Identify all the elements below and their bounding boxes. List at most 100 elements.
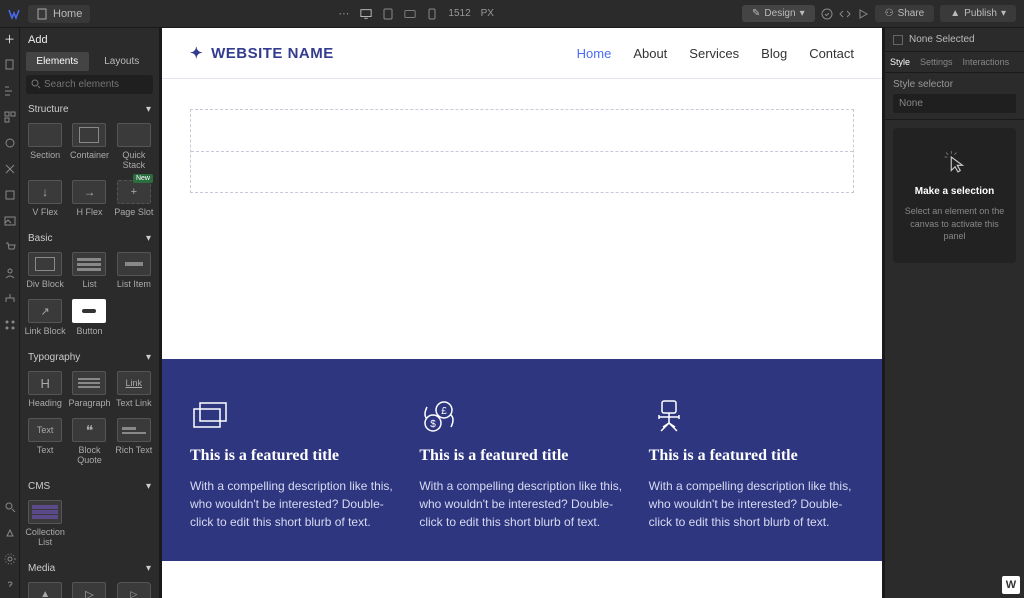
selection-label: None Selected (909, 34, 975, 45)
section-header-cms[interactable]: CMS ▾ (20, 475, 159, 496)
rocket-icon: ▲ (950, 8, 960, 19)
feature-column[interactable]: This is a featured title With a compelli… (649, 399, 854, 531)
nav-contact[interactable]: Contact (809, 46, 854, 61)
feature-desc[interactable]: With a compelling description like this,… (419, 477, 624, 531)
mobile-device-icon[interactable] (426, 8, 438, 20)
feature-column[interactable]: This is a featured title With a compelli… (190, 399, 395, 531)
canvas-area[interactable]: ✦ WEBSITE NAME Home About Services Blog … (160, 28, 884, 598)
element-button[interactable]: Button (68, 295, 110, 340)
element-div-block[interactable]: Div Block (24, 248, 66, 293)
element-text-link[interactable]: Text Link (113, 367, 155, 412)
feature-title[interactable]: This is a featured title (649, 447, 854, 465)
add-icon[interactable]: ＋ (3, 32, 17, 46)
element-hflex[interactable]: H Flex (68, 176, 110, 221)
empty-grid-placeholder[interactable] (190, 109, 854, 193)
components-icon[interactable] (3, 110, 17, 124)
element-container[interactable]: Container (68, 119, 110, 174)
element-block-quote[interactable]: Block Quote (68, 414, 110, 469)
element-heading[interactable]: Heading (24, 367, 66, 412)
chevron-down-icon: ▾ (146, 233, 151, 244)
style-panel: None Selected Style Settings Interaction… (884, 28, 1024, 598)
site-header[interactable]: ✦ WEBSITE NAME Home About Services Blog … (162, 28, 882, 79)
chevron-down-icon: ▾ (146, 563, 151, 574)
element-text[interactable]: Text (24, 414, 66, 469)
feature-desc[interactable]: With a compelling description like this,… (190, 477, 395, 531)
logic-icon[interactable] (3, 292, 17, 306)
feature-desc[interactable]: With a compelling description like this,… (649, 477, 854, 531)
ecommerce-icon[interactable] (3, 240, 17, 254)
tablet-device-icon[interactable] (382, 8, 394, 20)
page-icon (36, 8, 48, 20)
styles-icon[interactable] (3, 162, 17, 176)
chevron-down-icon: ▾ (146, 352, 151, 363)
cms-icon[interactable] (3, 188, 17, 202)
element-video[interactable] (68, 578, 110, 598)
canvas[interactable]: ✦ WEBSITE NAME Home About Services Blog … (162, 28, 882, 598)
element-vflex[interactable]: V Flex (24, 176, 66, 221)
tab-interactions[interactable]: Interactions (958, 52, 1015, 72)
apps-icon[interactable] (3, 318, 17, 332)
more-menu-icon[interactable]: ⋯ (338, 7, 350, 20)
viewport-width[interactable]: 1512 (448, 8, 470, 19)
nav-home[interactable]: Home (577, 46, 612, 61)
chevron-down-icon: ▾ (1001, 8, 1006, 19)
preview-icon[interactable] (857, 8, 869, 20)
search-elements-input[interactable] (26, 75, 153, 94)
site-logo[interactable]: ✦ WEBSITE NAME (190, 44, 334, 62)
empty-state: Make a selection Select an element on th… (893, 128, 1016, 263)
navigator-icon[interactable] (3, 84, 17, 98)
person-icon: ⚇ (885, 8, 894, 19)
design-mode-button[interactable]: ✎ Design ▾ (742, 5, 815, 22)
users-icon[interactable] (3, 266, 17, 280)
element-collection-list[interactable]: Collection List (24, 496, 66, 551)
code-icon[interactable] (839, 8, 851, 20)
element-link-block[interactable]: Link Block (24, 295, 66, 340)
webflow-badge[interactable]: W (1002, 576, 1020, 594)
element-page-slot[interactable]: NewPage Slot (113, 176, 155, 221)
nav-services[interactable]: Services (689, 46, 739, 61)
feature-section[interactable]: This is a featured title With a compelli… (162, 359, 882, 561)
settings-icon[interactable] (3, 552, 17, 566)
nav-about[interactable]: About (633, 46, 667, 61)
search-icon[interactable] (3, 500, 17, 514)
element-list-item[interactable]: List Item (113, 248, 155, 293)
canvas-body[interactable] (162, 79, 882, 359)
style-selector-input[interactable] (893, 94, 1016, 113)
element-rich-text[interactable]: Rich Text (113, 414, 155, 469)
share-button[interactable]: ⚇ Share (875, 5, 935, 22)
section-header-typography[interactable]: Typography ▾ (20, 346, 159, 367)
tab-elements[interactable]: Elements (26, 52, 89, 71)
publish-button[interactable]: ▲ Publish ▾ (940, 5, 1016, 22)
tab-layouts[interactable]: Layouts (91, 52, 154, 71)
nav-blog[interactable]: Blog (761, 46, 787, 61)
tab-settings[interactable]: Settings (915, 52, 958, 72)
section-header-media[interactable]: Media ▾ (20, 557, 159, 578)
pages-icon[interactable] (3, 58, 17, 72)
element-paragraph[interactable]: Paragraph (68, 367, 110, 412)
element-youtube[interactable] (113, 578, 155, 598)
page-tab[interactable]: Home (28, 5, 90, 23)
style-selector-section: Style selector (885, 73, 1024, 120)
feature-title[interactable]: This is a featured title (190, 447, 395, 465)
sparkle-icon: ✦ (190, 44, 203, 62)
variables-icon[interactable] (3, 136, 17, 150)
page-name: Home (53, 8, 82, 20)
element-section[interactable]: Section (24, 119, 66, 174)
check-icon[interactable] (821, 8, 833, 20)
tab-style[interactable]: Style (885, 52, 915, 72)
element-image[interactable] (24, 578, 66, 598)
desktop-device-icon[interactable] (360, 8, 372, 20)
webflow-logo-icon[interactable] (8, 8, 20, 20)
help-icon[interactable] (3, 578, 17, 592)
section-header-basic[interactable]: Basic ▾ (20, 227, 159, 248)
feature-column[interactable]: £$ This is a featured title With a compe… (419, 399, 624, 531)
selection-indicator: None Selected (885, 28, 1024, 52)
section-header-structure[interactable]: Structure ▾ (20, 98, 159, 119)
audit-icon[interactable] (3, 526, 17, 540)
landscape-device-icon[interactable] (404, 8, 416, 20)
element-list[interactable]: List (68, 248, 110, 293)
element-quick-stack[interactable]: Quick Stack (113, 119, 155, 174)
assets-icon[interactable] (3, 214, 17, 228)
feature-title[interactable]: This is a featured title (419, 447, 624, 465)
selection-checkbox-icon (893, 35, 903, 45)
